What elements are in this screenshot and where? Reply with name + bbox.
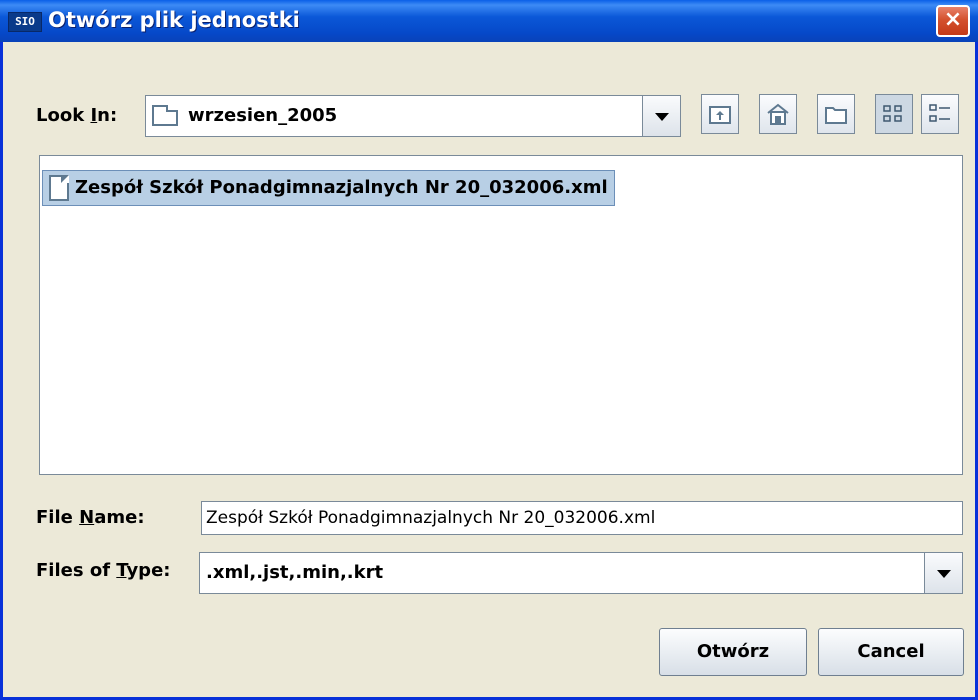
dialog-title: Otwórz plik jednostki: [48, 8, 300, 32]
list-view-icon: [883, 105, 902, 122]
home-button[interactable]: [759, 94, 797, 134]
app-icon: SIO: [8, 12, 42, 32]
chevron-down-icon[interactable]: [924, 553, 962, 593]
file-list-item-name: Zespół Szkół Ponadgimnazjalnych Nr 20_03…: [75, 177, 608, 198]
open-button[interactable]: Otwórz: [659, 628, 807, 676]
look-in-value: wrzesien_2005: [188, 105, 338, 126]
up-folder-icon: [709, 106, 731, 124]
cancel-button[interactable]: Cancel: [818, 628, 964, 676]
title-bar[interactable]: SIO Otwórz plik jednostki ×: [0, 0, 978, 42]
files-of-type-value: .xml,.jst,.min,.krt: [206, 562, 384, 583]
close-button[interactable]: ×: [936, 5, 970, 37]
details-view-icon: [929, 104, 950, 122]
files-of-type-label: Files of Type:: [36, 560, 171, 581]
new-folder-icon: [825, 107, 847, 124]
file-list[interactable]: Zespół Szkół Ponadgimnazjalnych Nr 20_03…: [39, 155, 963, 475]
file-name-input[interactable]: Zespół Szkół Ponadgimnazjalnych Nr 20_03…: [201, 501, 963, 535]
folder-icon: [152, 105, 178, 126]
file-name-label: File Name:: [36, 507, 145, 528]
up-folder-button[interactable]: [701, 94, 739, 134]
home-icon: [767, 103, 789, 125]
look-in-combo[interactable]: wrzesien_2005: [145, 95, 681, 137]
open-file-dialog: SIO Otwórz plik jednostki × Look In: wrz…: [0, 0, 978, 700]
details-view-button[interactable]: [921, 94, 959, 134]
new-folder-button[interactable]: [817, 94, 855, 134]
file-list-item[interactable]: Zespół Szkół Ponadgimnazjalnych Nr 20_03…: [42, 170, 615, 206]
look-in-label: Look In:: [36, 105, 118, 126]
list-view-button[interactable]: [875, 94, 913, 134]
files-of-type-combo[interactable]: .xml,.jst,.min,.krt: [199, 552, 963, 594]
chevron-down-icon[interactable]: [642, 96, 680, 136]
